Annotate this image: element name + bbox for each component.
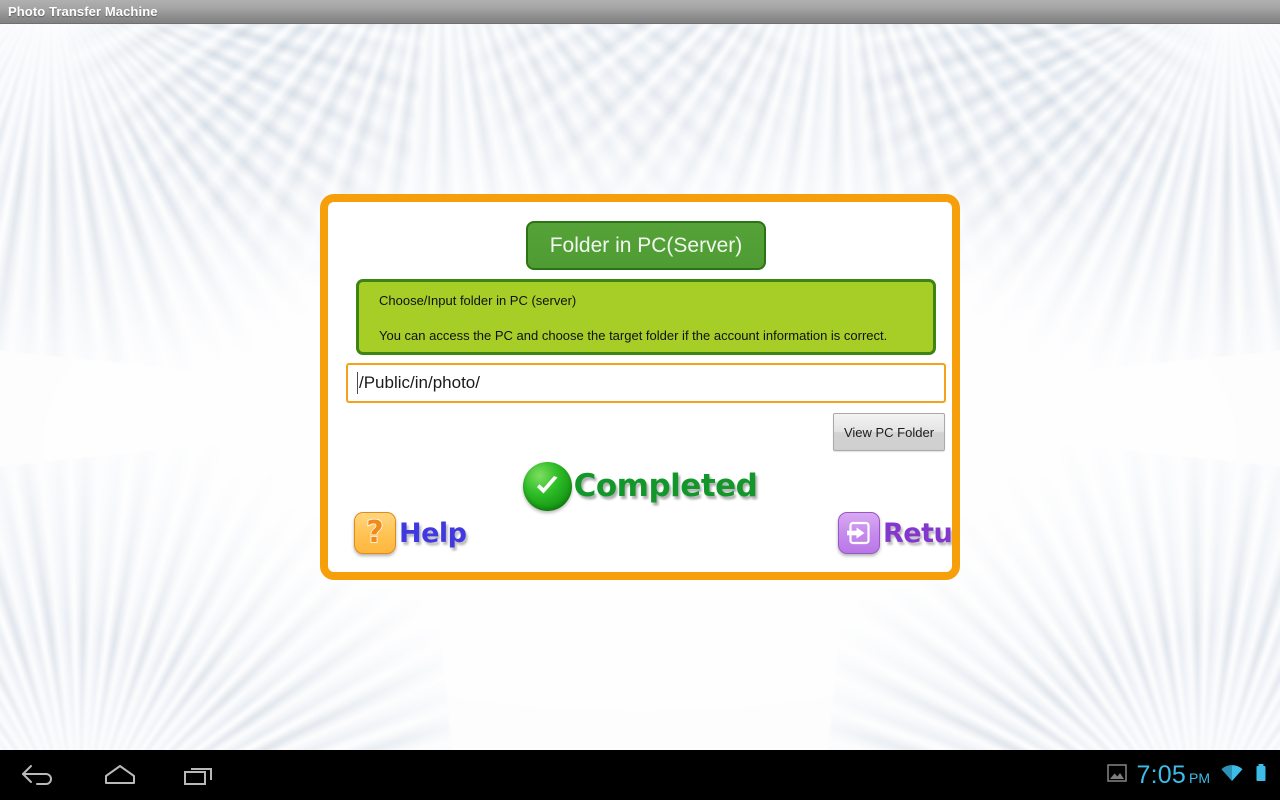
help-label: Help <box>398 516 469 550</box>
battery-full-icon <box>1254 762 1268 789</box>
clock: 7:05 PM <box>1137 761 1210 790</box>
return-button[interactable]: Return <box>838 512 953 554</box>
transfer-status: Completed <box>328 461 952 511</box>
green-check-badge-icon <box>522 461 572 511</box>
dialog-header-label: Folder in PC(Server) <box>549 233 743 257</box>
clock-ampm: PM <box>1189 769 1210 786</box>
view-pc-folder-label: View PC Folder <box>843 424 935 440</box>
question-mark-icon: ? <box>354 512 396 554</box>
home-icon[interactable] <box>80 750 160 800</box>
return-arrow-icon <box>838 512 880 554</box>
status-tray[interactable]: 7:05 PM <box>1106 761 1280 790</box>
image-notification-icon <box>1106 762 1128 789</box>
question-mark-glyph: ? <box>366 515 385 550</box>
return-label: Return <box>882 516 953 550</box>
app-title: Photo Transfer Machine <box>8 4 158 19</box>
view-pc-folder-button[interactable]: View PC Folder <box>833 413 945 451</box>
recent-apps-icon[interactable] <box>160 750 240 800</box>
text-cursor <box>357 372 358 394</box>
instruction-box: Choose/Input folder in PC (server) You c… <box>356 279 936 355</box>
folder-in-pc-dialog: Folder in PC(Server) Choose/Input folder… <box>320 194 960 580</box>
system-navigation-bar: 7:05 PM <box>0 750 1280 800</box>
wifi-icon <box>1219 762 1245 789</box>
instruction-line-2: You can access the PC and choose the tar… <box>379 328 888 343</box>
instruction-line-1: Choose/Input folder in PC (server) <box>379 293 577 308</box>
app-title-bar: Photo Transfer Machine <box>0 0 1280 24</box>
pc-folder-path-value: /Public/in/photo/ <box>359 373 480 392</box>
clock-time: 7:05 <box>1136 760 1186 789</box>
help-button[interactable]: ? Help <box>354 512 469 554</box>
dialog-header-button[interactable]: Folder in PC(Server) <box>526 221 766 270</box>
pc-folder-path-input[interactable]: /Public/in/photo/ <box>346 363 946 403</box>
status-label: Completed <box>572 467 759 506</box>
back-arrow-icon[interactable] <box>0 750 80 800</box>
